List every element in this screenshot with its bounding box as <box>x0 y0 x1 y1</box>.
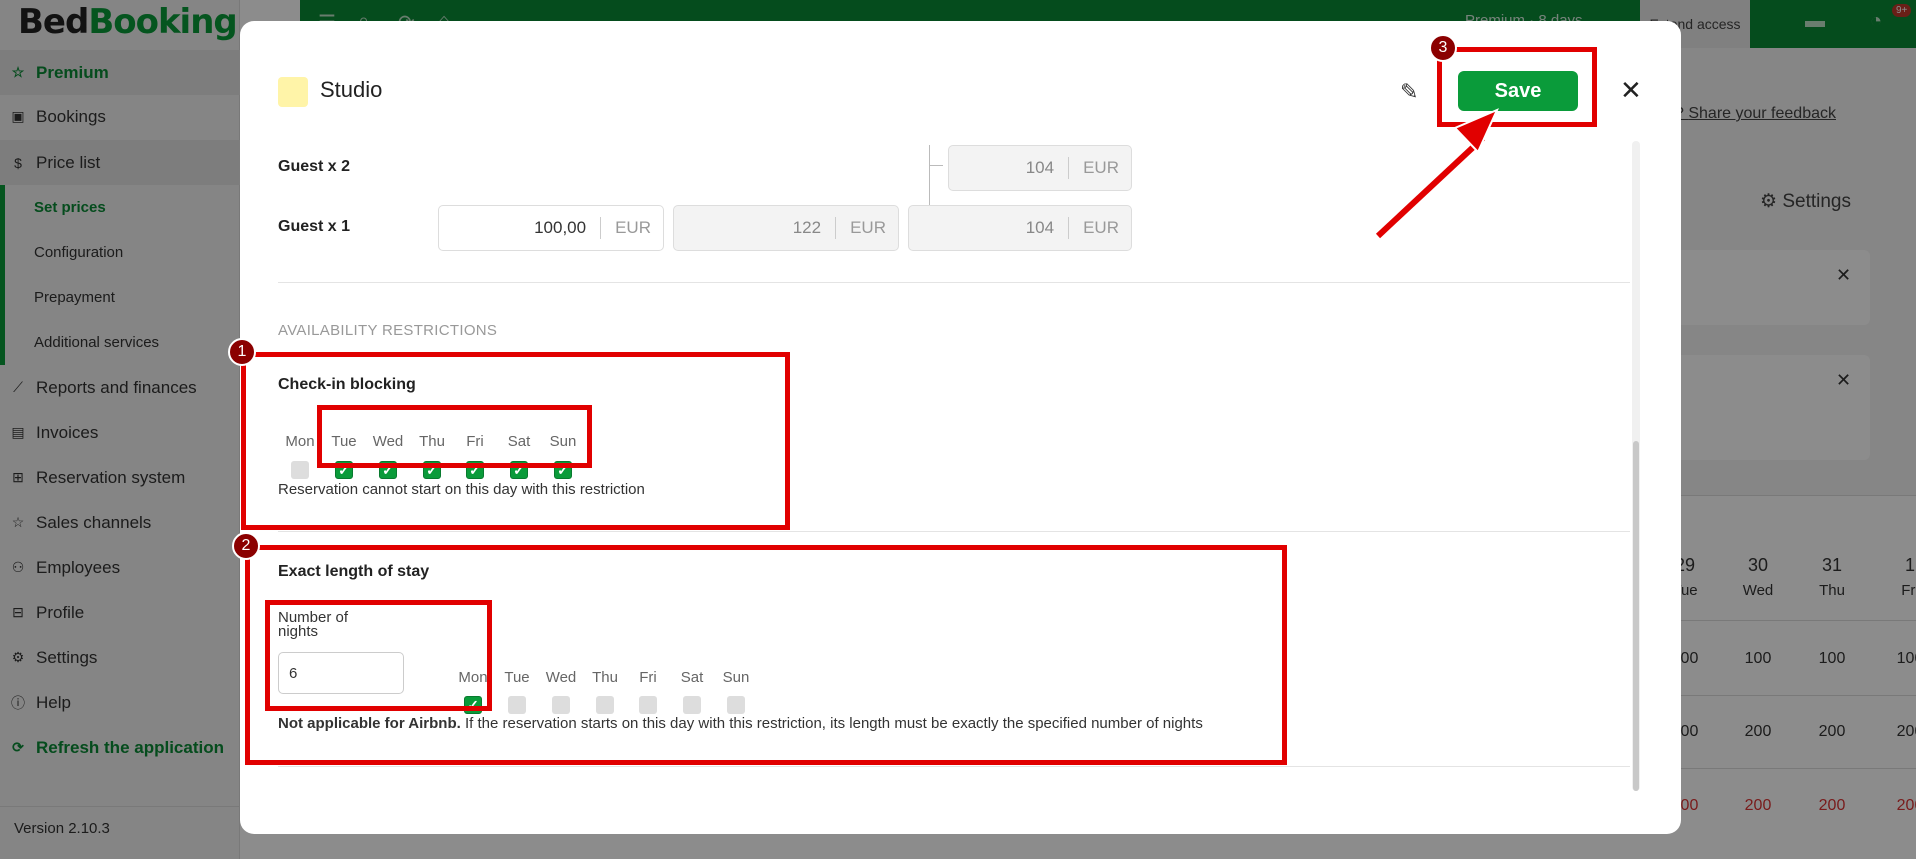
exact-stay-day-label: Tue <box>504 669 530 686</box>
exact-stay-day-label: Mon <box>458 669 488 686</box>
exact-stay-checkbox-sat[interactable] <box>683 696 701 714</box>
exact-stay-day-label: Sat <box>680 669 704 686</box>
modal-title: Studio <box>320 77 383 102</box>
exact-stay-day-label: Wed <box>545 669 577 686</box>
exact-stay-checkbox-sun[interactable] <box>727 696 745 714</box>
divider <box>278 531 1630 532</box>
checkin-checkbox-sun[interactable]: ✓ <box>554 461 572 479</box>
checkin-checkbox-tue[interactable]: ✓ <box>335 461 353 479</box>
checkin-day-label: Mon <box>285 433 315 450</box>
exact-stay-day-label: Thu <box>592 669 618 686</box>
annotation-badge: 3 <box>1429 34 1457 62</box>
guest-x2-price-field: 104 EUR <box>948 145 1132 191</box>
nights-label: Number of nights <box>278 609 349 640</box>
checkin-checkbox-sat[interactable]: ✓ <box>510 461 528 479</box>
room-color-swatch <box>278 77 308 107</box>
edit-icon[interactable]: ✎ <box>1400 79 1418 105</box>
tree-connector <box>929 145 930 207</box>
divider <box>278 766 1630 767</box>
checkin-blocking-title: Check-in blocking <box>278 376 416 393</box>
checkin-checkbox-mon[interactable] <box>291 461 309 479</box>
guest-x1-price-field: 104 EUR <box>908 205 1132 251</box>
exact-stay-title: Exact length of stay <box>278 563 430 580</box>
guest-x1-price-field: 122 EUR <box>673 205 899 251</box>
exact-stay-checkbox-fri[interactable] <box>639 696 657 714</box>
exact-stay-hint: Not applicable for Airbnb. If the reserv… <box>278 715 1203 732</box>
guest-x1-label: Guest x 1 <box>278 218 351 235</box>
divider <box>278 282 1630 283</box>
exact-stay-checkbox-wed[interactable] <box>552 696 570 714</box>
checkin-day-label: Thu <box>419 433 445 450</box>
close-icon[interactable]: ✕ <box>1620 75 1642 106</box>
tree-connector <box>929 165 943 166</box>
checkin-blocking-hint: Reservation cannot start on this day wit… <box>278 481 645 498</box>
exact-stay-day-label: Sun <box>722 669 750 686</box>
guest-x2-label: Guest x 2 <box>278 158 351 175</box>
section-title: AVAILABILITY RESTRICTIONS <box>278 322 498 339</box>
annotation-badge: 1 <box>228 338 256 366</box>
checkin-day-label: Wed <box>372 433 404 450</box>
edit-room-modal: Studio ✎ Save ✕ Guest x 2 Guest x 1 104 E… <box>240 21 1681 834</box>
checkin-day-label: Sun <box>549 433 577 450</box>
exact-stay-day-label: Fri <box>639 669 657 686</box>
checkin-checkbox-thu[interactable]: ✓ <box>423 461 441 479</box>
checkin-day-label: Sat <box>507 433 531 450</box>
guest-x1-price-input[interactable]: 100,00 EUR <box>438 205 664 251</box>
exact-stay-checkbox-tue[interactable] <box>508 696 526 714</box>
checkin-day-label: Tue <box>331 433 357 450</box>
exact-stay-checkbox-mon[interactable]: ✓ <box>464 696 482 714</box>
save-button[interactable]: Save <box>1458 71 1578 111</box>
exact-stay-checkbox-thu[interactable] <box>596 696 614 714</box>
checkin-day-label: Fri <box>466 433 484 450</box>
checkin-checkbox-wed[interactable]: ✓ <box>379 461 397 479</box>
scrollbar-thumb[interactable] <box>1633 441 1639 791</box>
checkin-checkbox-fri[interactable]: ✓ <box>466 461 484 479</box>
annotation-badge: 2 <box>232 532 260 560</box>
nights-input[interactable] <box>278 652 404 694</box>
